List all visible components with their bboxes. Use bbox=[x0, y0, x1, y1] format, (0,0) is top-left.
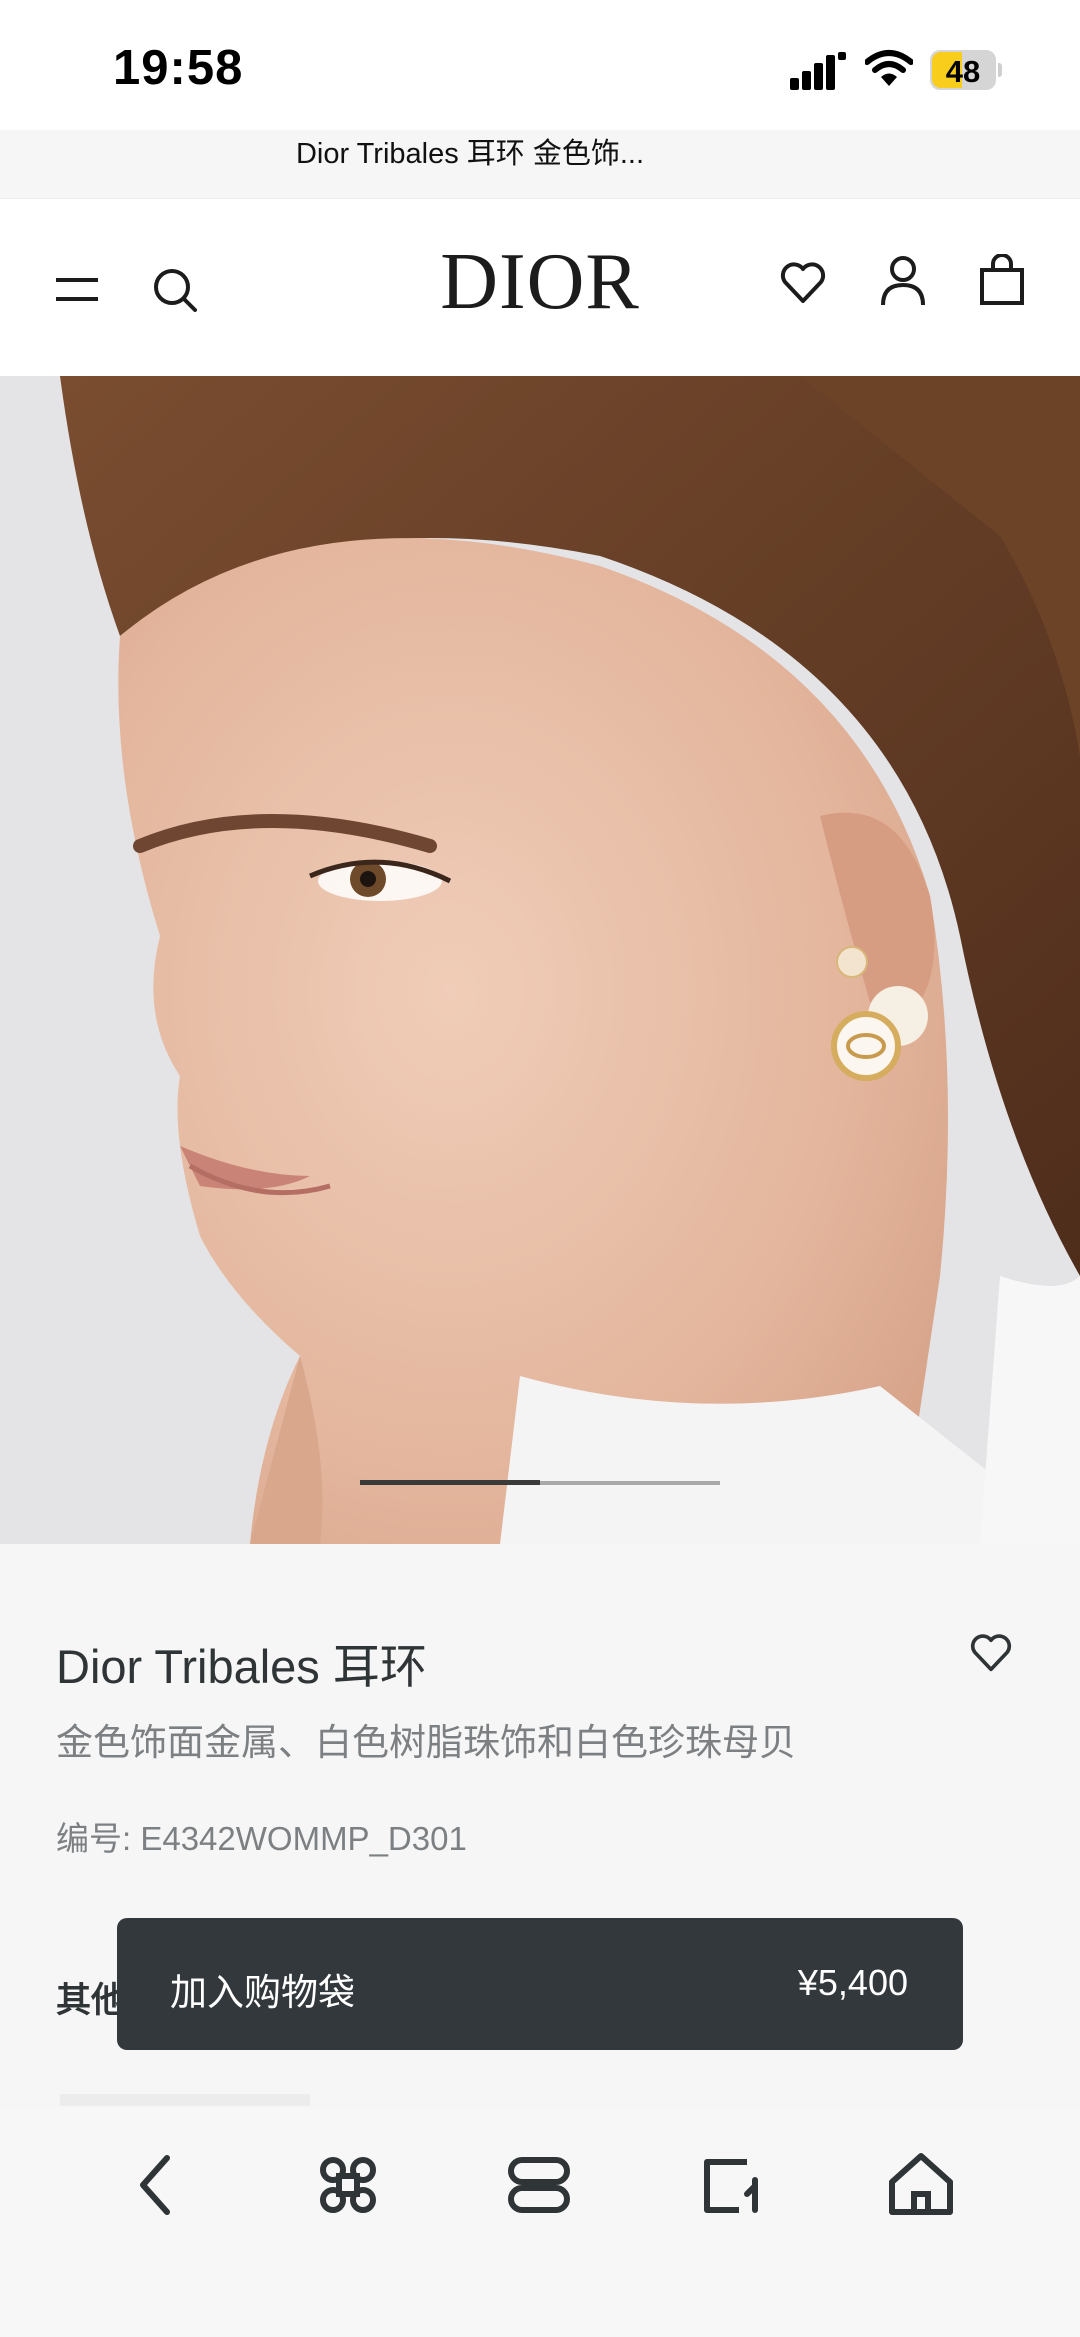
product-name: Dior Tribales 耳环 bbox=[56, 1640, 427, 1693]
other-section-label: 其他 bbox=[56, 1981, 127, 2020]
battery-level: 48 bbox=[945, 54, 981, 89]
site-header: DIOR bbox=[0, 198, 1080, 377]
account-icon[interactable] bbox=[880, 255, 926, 307]
shopping-bag-icon[interactable] bbox=[979, 254, 1025, 306]
wishlist-heart-icon[interactable] bbox=[780, 261, 826, 305]
add-to-bag-label: 加入购物袋 bbox=[170, 1972, 355, 2013]
cellular-signal-icon bbox=[790, 52, 846, 90]
wifi-icon bbox=[865, 50, 913, 86]
command-icon[interactable] bbox=[303, 2140, 393, 2230]
share-icon[interactable] bbox=[685, 2140, 775, 2230]
home-icon[interactable] bbox=[876, 2140, 966, 2230]
carousel-progress-active bbox=[360, 1480, 540, 1485]
product-photo bbox=[0, 376, 1080, 1544]
thumbnail-placeholder bbox=[60, 2094, 310, 2106]
product-price: ¥5,400 bbox=[797, 1962, 908, 2003]
product-description: 金色饰面金属、白色树脂珠饰和白色珍珠母贝 bbox=[56, 1722, 796, 1763]
product-code: 编号: E4342WOMMP_D301 bbox=[56, 1820, 467, 1857]
battery-indicator: 48 bbox=[930, 50, 1002, 90]
product-image-carousel[interactable] bbox=[0, 376, 1080, 1544]
add-to-bag-button[interactable]: 加入购物袋 ¥5,400 bbox=[117, 1918, 963, 2050]
page-title: Dior Tribales 耳环 金色饰... bbox=[295, 138, 645, 170]
tabs-icon[interactable] bbox=[494, 2140, 584, 2230]
favorite-heart-icon[interactable] bbox=[969, 1633, 1013, 1673]
back-icon[interactable] bbox=[113, 2140, 203, 2230]
status-time: 19:58 bbox=[113, 41, 244, 95]
status-bar: 19:58 48 Dior Tribales 耳环 金色饰... bbox=[0, 0, 1080, 170]
